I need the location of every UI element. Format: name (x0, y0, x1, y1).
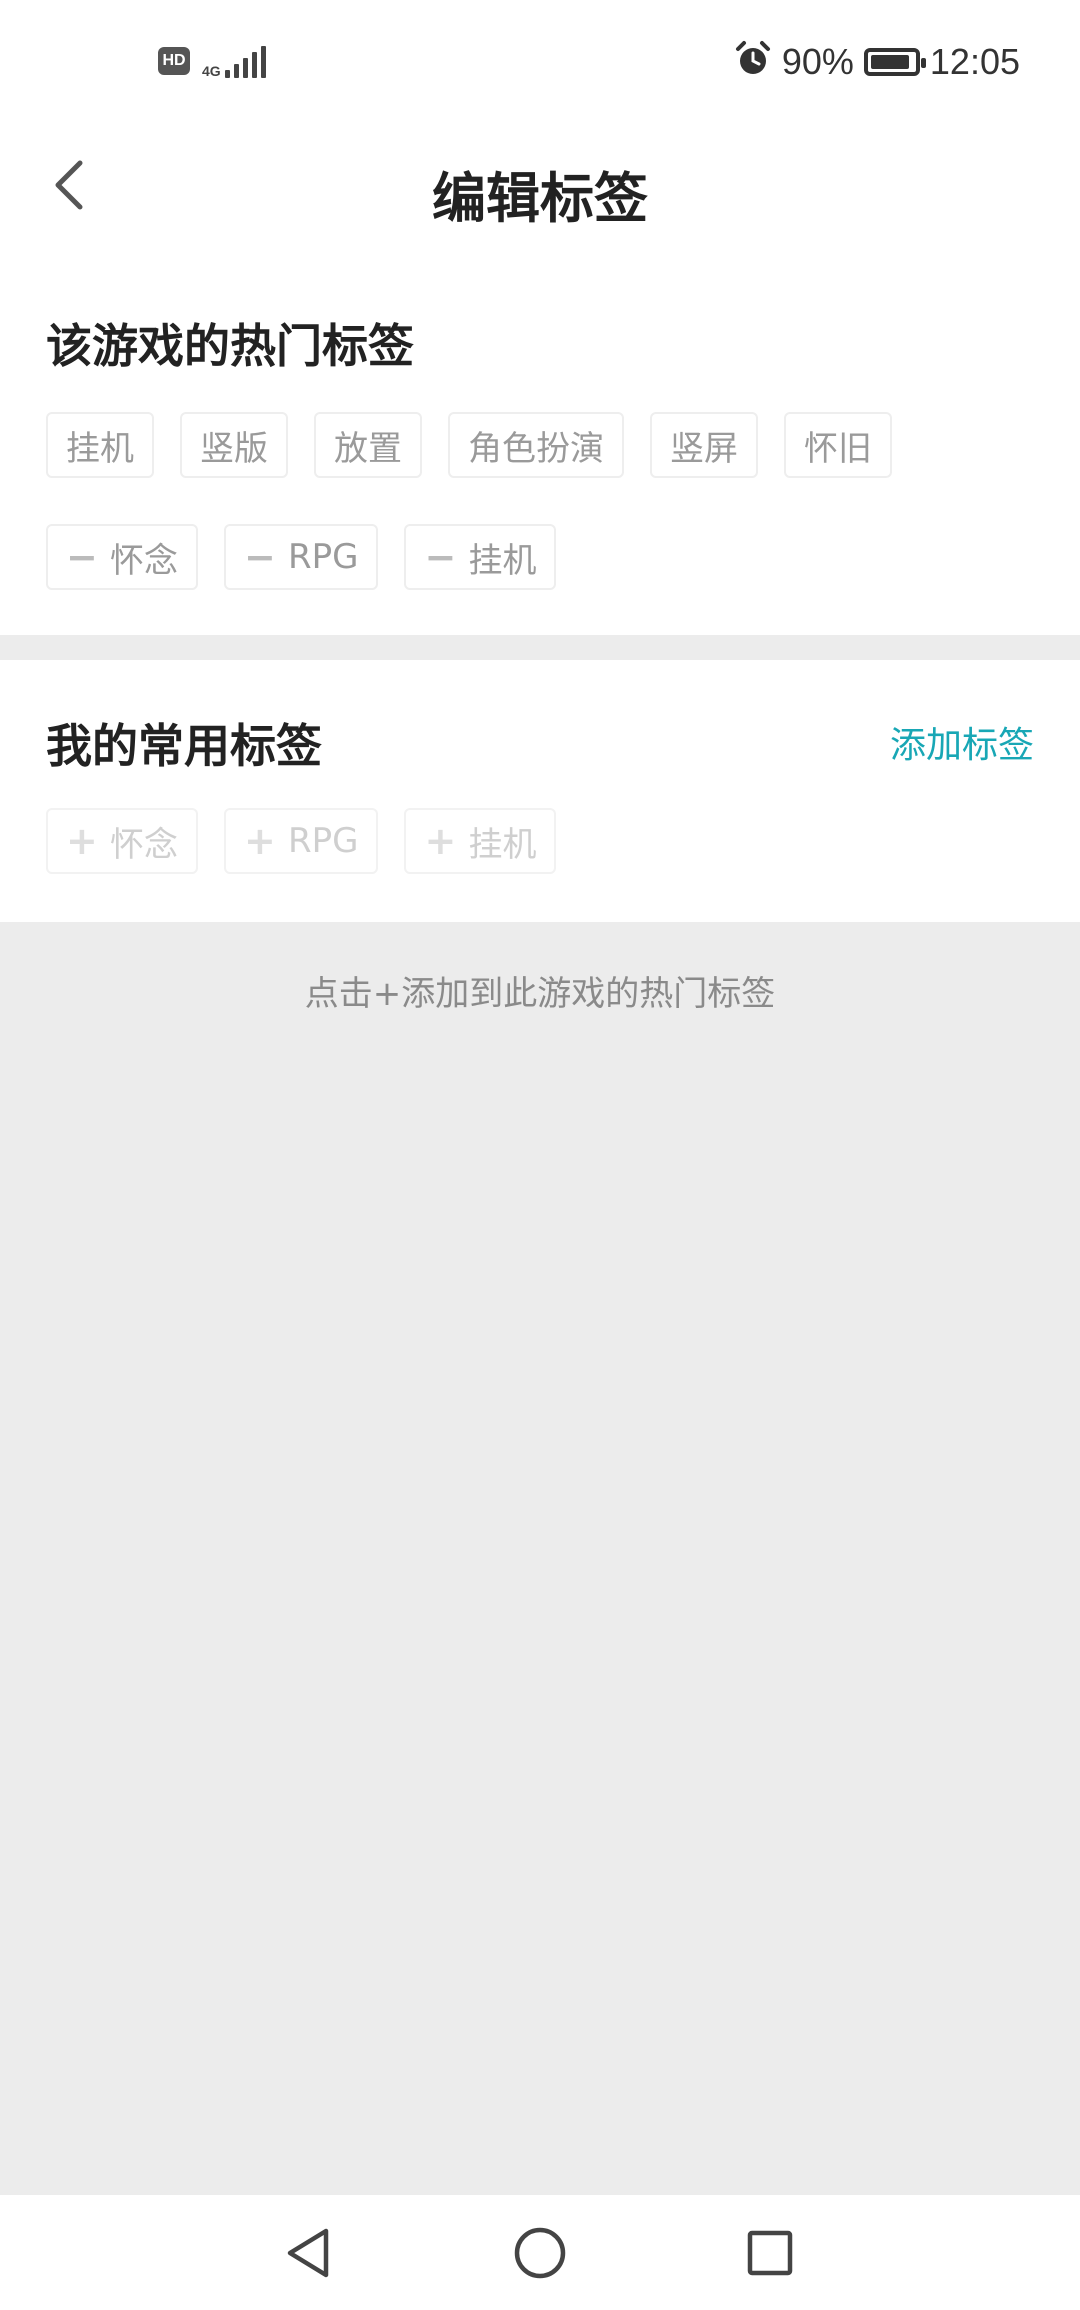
system-nav-bar (0, 2195, 1080, 2310)
plus-icon: + (244, 819, 276, 863)
hot-tags-section: 该游戏的热门标签 挂机 竖版 放置 角色扮演 竖屏 怀旧 − 怀念 − RPG … (0, 250, 1080, 635)
page: HD 4G 90% 12:05 编辑标签 该游戏的热门标签 挂机 竖版 放置 角… (0, 0, 1080, 2310)
status-left: HD 4G (158, 44, 266, 78)
minus-icon: − (66, 535, 98, 579)
hot-tags-row: 挂机 竖版 放置 角色扮演 竖屏 怀旧 (46, 412, 892, 478)
signal-icon: 4G (202, 44, 266, 78)
recents-square-icon (747, 2230, 793, 2276)
minus-icon: − (424, 535, 457, 579)
removable-tag[interactable]: − RPG (224, 524, 379, 590)
signal-bar (260, 46, 266, 78)
tag-label: RPG (288, 821, 359, 861)
add-tag-link[interactable]: 添加标签 (890, 716, 1034, 768)
removable-tag[interactable]: − 怀念 (46, 524, 198, 590)
hot-tag[interactable]: 角色扮演 (448, 412, 624, 478)
addable-tag[interactable]: + 怀念 (46, 808, 198, 874)
battery-percent: 90% (781, 40, 854, 82)
addable-tag[interactable]: + RPG (224, 808, 379, 874)
page-title: 编辑标签 (432, 167, 648, 230)
nav-recents-button[interactable] (738, 2221, 802, 2285)
my-tags-row: + 怀念 + RPG + 挂机 (46, 808, 557, 874)
header: 编辑标签 (0, 120, 1080, 250)
battery-icon (863, 47, 926, 76)
removable-tag[interactable]: − 挂机 (404, 524, 557, 590)
nav-home-button[interactable] (508, 2221, 572, 2285)
signal-bar (233, 64, 239, 78)
hd-badge: HD (158, 47, 190, 75)
hot-tags-title: 该游戏的热门标签 (46, 319, 414, 373)
hot-tag[interactable]: 竖屏 (650, 412, 758, 478)
signal-bar (242, 58, 248, 78)
my-tags-section: 我的常用标签 添加标签 + 怀念 + RPG + 挂机 (0, 660, 1080, 922)
alarm-icon (734, 40, 772, 83)
signal-bar (224, 70, 230, 78)
hint-text: 点击+添加到此游戏的热门标签 (304, 974, 776, 1014)
plus-icon: + (424, 819, 457, 863)
hot-tag[interactable]: 放置 (314, 412, 422, 478)
network-type: 4G (202, 63, 221, 79)
minus-icon: − (244, 535, 276, 579)
tag-label: 挂机 (468, 824, 537, 865)
my-tags-title: 我的常用标签 (46, 719, 322, 773)
tag-label: 挂机 (468, 540, 537, 581)
hot-tag[interactable]: 怀旧 (784, 412, 892, 478)
signal-bar (251, 52, 257, 78)
home-circle-icon (514, 2227, 566, 2279)
battery-fill (870, 54, 909, 69)
hot-tag[interactable]: 挂机 (46, 412, 154, 478)
tag-label: 怀念 (110, 824, 178, 865)
clock: 12:05 (929, 40, 1020, 82)
addable-tag[interactable]: + 挂机 (404, 808, 557, 874)
plus-icon: + (66, 819, 98, 863)
hot-tag[interactable]: 竖版 (180, 412, 288, 478)
tag-label: RPG (288, 537, 359, 577)
back-triangle-icon (287, 2228, 329, 2278)
status-right: 90% 12:05 (734, 40, 1020, 83)
removable-tags-row: − 怀念 − RPG − 挂机 (46, 524, 557, 590)
nav-back-button[interactable] (276, 2221, 340, 2285)
tag-label: 怀念 (110, 540, 178, 581)
status-bar: HD 4G 90% 12:05 (0, 0, 1080, 120)
